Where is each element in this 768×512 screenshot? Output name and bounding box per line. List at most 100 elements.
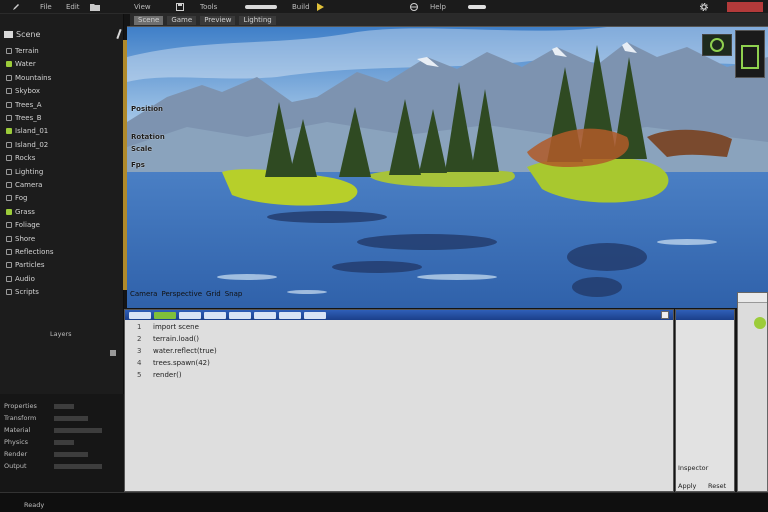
property-row[interactable]: Render: [4, 450, 88, 458]
code-text: import scene: [153, 323, 199, 331]
property-row[interactable]: Properties: [4, 402, 74, 410]
footer-perspective[interactable]: Perspective: [161, 290, 202, 298]
overlay-position: Position: [131, 105, 164, 113]
property-label: Render: [4, 450, 28, 458]
tree-item[interactable]: Reflections: [6, 247, 53, 257]
property-label: Material: [4, 426, 31, 434]
inspector-footer: Inspector: [678, 464, 709, 472]
landscape-render: [127, 27, 768, 308]
toolbar-button[interactable]: [229, 311, 251, 319]
code-line[interactable]: 2 terrain.load(): [137, 334, 199, 344]
tree-item[interactable]: Foliage: [6, 220, 40, 230]
tree-item[interactable]: Rocks: [6, 153, 35, 163]
play-icon[interactable]: [316, 2, 324, 12]
tree-item[interactable]: Island_01: [6, 126, 48, 136]
gizmo-icon: [710, 38, 724, 52]
tree-item[interactable]: Audio: [6, 274, 35, 284]
property-value-field[interactable]: [54, 464, 102, 469]
tab-lighting[interactable]: Lighting: [239, 15, 276, 25]
expand-icon[interactable]: [110, 350, 116, 356]
code-line[interactable]: 5 render(): [137, 370, 182, 380]
gear-icon[interactable]: [700, 2, 708, 12]
tree-item[interactable]: Shore: [6, 234, 35, 244]
footer-snap[interactable]: Snap: [225, 290, 243, 298]
tree-item[interactable]: Island_02: [6, 140, 48, 150]
tree-item[interactable]: Grass: [6, 207, 35, 217]
folder-icon[interactable]: [90, 2, 100, 12]
layer-icon: [6, 48, 12, 54]
code-line[interactable]: 4 trees.spawn(42): [137, 358, 210, 368]
toolbar-button[interactable]: [179, 311, 201, 319]
toolbar-button[interactable]: [154, 311, 176, 319]
tree-item[interactable]: Scripts: [6, 287, 39, 297]
close-icon[interactable]: [661, 311, 669, 319]
apply-button[interactable]: Apply: [678, 482, 696, 490]
save-icon[interactable]: [176, 2, 184, 12]
code-line[interactable]: 1 import scene: [137, 322, 199, 332]
toolbar-button[interactable]: [279, 311, 301, 319]
property-row[interactable]: Output: [4, 462, 102, 470]
tree-item[interactable]: Lighting: [6, 167, 43, 177]
tab-game[interactable]: Game: [167, 15, 197, 25]
tree-item[interactable]: Camera: [6, 180, 42, 190]
editor-toolbar: [125, 310, 673, 320]
tree-item-label: Trees_A: [15, 100, 42, 109]
tree-item-label: Terrain: [15, 47, 39, 55]
script-editor[interactable]: 1 import scene 2 terrain.load() 3 water.refle…: [124, 309, 674, 492]
property-value-field[interactable]: [54, 440, 74, 445]
tree-item[interactable]: Skybox: [6, 86, 40, 96]
record-button[interactable]: [727, 2, 763, 12]
scene-viewport[interactable]: Position Rotation Scale Fps: [127, 26, 768, 308]
tab-scene[interactable]: Scene: [134, 15, 164, 25]
toolbar-button[interactable]: [304, 311, 326, 319]
footer-camera[interactable]: Camera: [130, 290, 157, 298]
toolbar-button[interactable]: [204, 311, 226, 319]
layer-icon: [6, 182, 12, 188]
menu-tools[interactable]: Tools: [200, 2, 217, 12]
pencil-icon[interactable]: [116, 28, 122, 40]
property-value-field[interactable]: [54, 404, 74, 409]
overlay-scale: Scale: [131, 145, 153, 153]
zoom-slider[interactable]: [245, 5, 277, 9]
tree-item-label: Reflections: [15, 248, 54, 256]
tree-item-label: Shore: [15, 234, 36, 243]
camera-frame-icon: [741, 45, 759, 69]
tree-item[interactable]: Particles: [6, 260, 45, 270]
minimap-widget[interactable]: [702, 34, 732, 56]
property-row[interactable]: Transform: [4, 414, 88, 422]
menu-build[interactable]: Build: [292, 2, 310, 12]
toolbar-button[interactable]: [254, 311, 276, 319]
tree-item[interactable]: Trees_A: [6, 100, 42, 110]
menu-edit[interactable]: Edit: [66, 2, 80, 12]
property-value-field[interactable]: [54, 428, 102, 433]
pencil-icon[interactable]: [12, 2, 20, 12]
globe-icon[interactable]: [410, 2, 418, 12]
layer-icon: [6, 235, 12, 242]
viewport-footer: Camera Perspective Grid Snap: [130, 289, 640, 299]
menu-view[interactable]: View: [134, 2, 151, 12]
code-line[interactable]: 3 water.reflect(true): [137, 346, 217, 356]
menu-file[interactable]: File: [40, 2, 52, 12]
property-row[interactable]: Physics: [4, 438, 74, 446]
toolbar-button[interactable]: [129, 311, 151, 319]
tab-preview[interactable]: Preview: [200, 15, 236, 25]
property-value-field[interactable]: [54, 452, 88, 457]
inspector-header: [676, 310, 734, 320]
tree-item[interactable]: Trees_B: [6, 113, 42, 123]
viewport-tabs: Scene Game Preview Lighting: [130, 14, 768, 26]
footer-grid[interactable]: Grid: [206, 290, 221, 298]
line-number: 4: [137, 359, 142, 367]
property-value-field[interactable]: [54, 416, 88, 421]
reset-button[interactable]: Reset: [708, 482, 726, 490]
menu-help[interactable]: Help: [430, 2, 446, 12]
camera-preview[interactable]: [735, 30, 765, 78]
tree-item-label: Grass: [15, 207, 35, 216]
tree-item[interactable]: Fog: [6, 193, 28, 203]
tree-item[interactable]: Terrain: [6, 46, 39, 56]
folder-icon: [4, 30, 13, 38]
tree-item-label: Scripts: [15, 288, 39, 297]
property-row[interactable]: Material: [4, 426, 102, 434]
tree-item[interactable]: Mountains: [6, 73, 51, 83]
tree-item[interactable]: Water: [6, 59, 36, 69]
properties-panel: Properties Transform Material Physics Render…: [0, 394, 124, 492]
